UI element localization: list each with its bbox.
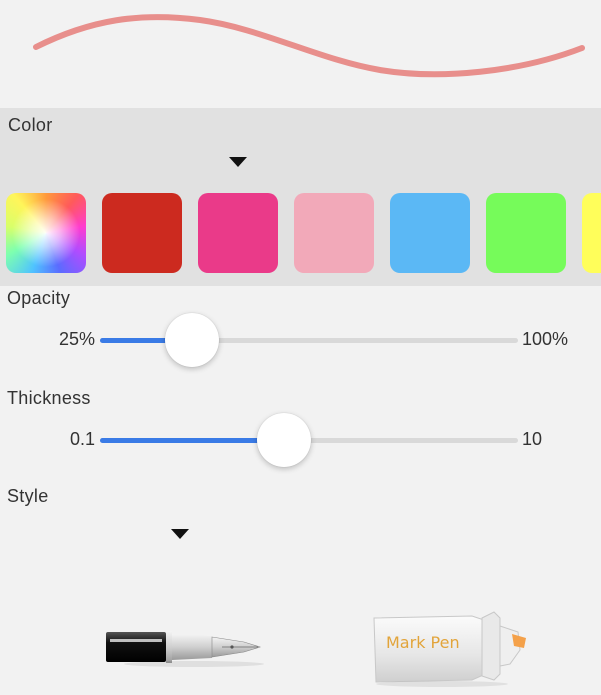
- swatch-yellow[interactable]: [582, 193, 601, 273]
- thickness-label: Thickness: [7, 388, 91, 408]
- swatch-sky-blue[interactable]: [390, 193, 470, 273]
- opacity-min-label: 25%: [58, 329, 95, 349]
- style-dropdown-caret-icon[interactable]: [171, 529, 189, 539]
- opacity-max-label: 100%: [522, 329, 569, 349]
- color-wheel-swatch[interactable]: [6, 193, 86, 273]
- opacity-label: Opacity: [7, 288, 71, 308]
- color-dropdown-caret-icon[interactable]: [229, 157, 247, 167]
- style-options: Mark Pen: [0, 590, 601, 695]
- thickness-slider[interactable]: [100, 413, 518, 467]
- swatch-green[interactable]: [486, 193, 566, 273]
- swatch-red[interactable]: [102, 193, 182, 273]
- swatch-pink[interactable]: [294, 193, 374, 273]
- thickness-slider-row: 0.1 10: [0, 413, 601, 467]
- color-label: Color: [8, 115, 53, 135]
- thickness-max-label: 10: [522, 429, 543, 449]
- opacity-slider-thumb[interactable]: [164, 313, 219, 367]
- style-label: Style: [7, 486, 49, 506]
- opacity-slider[interactable]: [100, 313, 518, 367]
- opacity-slider-row: 25% 100%: [0, 313, 601, 367]
- thickness-min-label: 0.1: [69, 429, 95, 449]
- fountain-pen-icon[interactable]: [104, 628, 266, 668]
- color-swatch-list: [6, 193, 601, 273]
- stroke-preview: [0, 0, 601, 108]
- swatch-magenta[interactable]: [198, 193, 278, 273]
- mark-pen-label: Mark Pen: [386, 633, 460, 652]
- thickness-slider-thumb[interactable]: [256, 413, 311, 467]
- color-section: Color: [0, 108, 601, 286]
- mark-pen-icon[interactable]: Mark Pen: [372, 608, 532, 688]
- stroke-preview-curve: [33, 14, 585, 78]
